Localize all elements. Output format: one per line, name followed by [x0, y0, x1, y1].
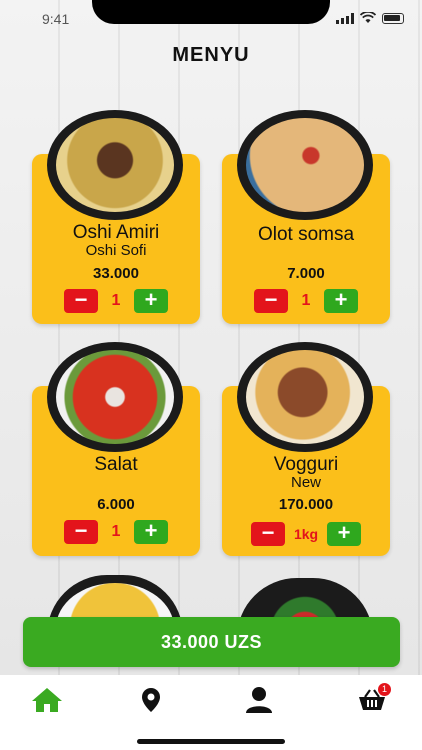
- decrease-button[interactable]: −: [254, 289, 288, 313]
- quantity-stepper: − 1 +: [32, 289, 200, 313]
- item-name: Olot somsa: [257, 224, 355, 245]
- quantity-value: 1: [301, 292, 311, 309]
- item-name: Vogguri: [273, 454, 339, 475]
- item-price: 33.000: [93, 265, 139, 282]
- plate-image-salat: [47, 342, 183, 452]
- wood-background: [0, 0, 422, 675]
- decrease-button[interactable]: −: [251, 522, 285, 546]
- increase-button[interactable]: +: [324, 289, 358, 313]
- item-price: 7.000: [287, 265, 325, 282]
- increase-button[interactable]: +: [327, 522, 361, 546]
- item-price: 170.000: [278, 496, 334, 513]
- quantity-stepper: − 1 +: [222, 289, 390, 313]
- plate-image-vogguri: [237, 342, 373, 452]
- item-price: 6.000: [97, 496, 135, 513]
- location-pin-icon: [142, 688, 160, 712]
- battery-icon: [382, 12, 404, 24]
- increase-button[interactable]: +: [134, 289, 168, 313]
- home-icon: [32, 688, 62, 712]
- quantity-stepper: − 1 +: [32, 520, 200, 544]
- tab-profile[interactable]: [239, 685, 279, 715]
- plate-image-olot-somsa: [237, 110, 373, 220]
- decrease-button[interactable]: −: [64, 520, 98, 544]
- item-name: Salat: [94, 454, 138, 475]
- quantity-stepper: − 1kg +: [222, 522, 390, 546]
- home-indicator: [137, 739, 285, 744]
- status-time: 9:41: [42, 11, 70, 27]
- notch: [92, 0, 330, 24]
- item-name: Oshi Amiri: [72, 222, 160, 243]
- quantity-value: 1: [111, 523, 121, 540]
- system-icons: [336, 12, 404, 24]
- item-subtitle: New: [290, 474, 321, 491]
- quantity-value: 1: [111, 292, 121, 309]
- tab-home[interactable]: [27, 685, 67, 715]
- item-subtitle: Oshi Sofi: [85, 242, 147, 259]
- tab-cart[interactable]: 1: [352, 683, 392, 715]
- plate-image-oshi-amiri: [47, 110, 183, 220]
- signal-icon: [336, 12, 354, 24]
- page-title: MENYU: [172, 44, 250, 66]
- checkout-total-button[interactable]: 33.000 UZS: [23, 617, 400, 667]
- profile-icon: [246, 687, 272, 713]
- decrease-button[interactable]: −: [64, 289, 98, 313]
- increase-button[interactable]: +: [134, 520, 168, 544]
- quantity-value: 1kg: [293, 526, 319, 542]
- tab-location[interactable]: [131, 685, 171, 715]
- wifi-icon: [360, 12, 376, 23]
- status-bar: 9:41: [0, 0, 422, 38]
- cart-count-badge: 1: [378, 683, 391, 696]
